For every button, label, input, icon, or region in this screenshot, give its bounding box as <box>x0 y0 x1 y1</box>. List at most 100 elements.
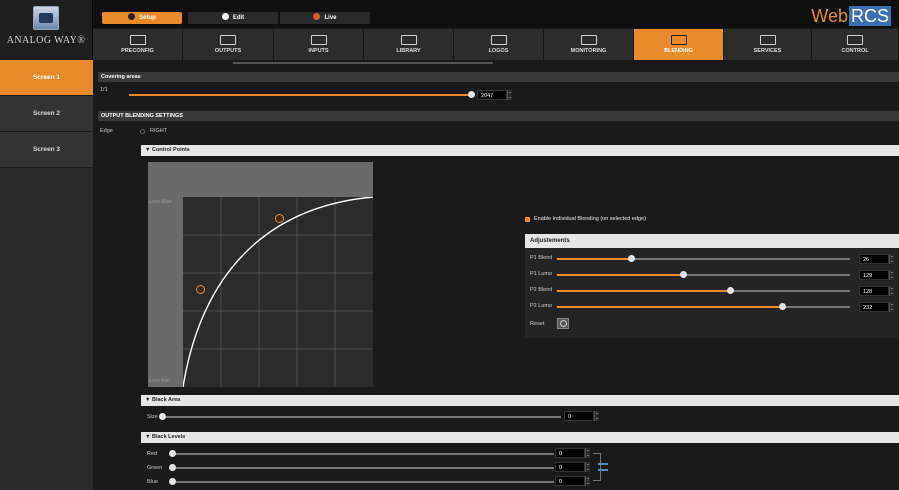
p2-blend-input[interactable]: 128 <box>859 286 889 296</box>
horizontal-scrollbar[interactable] <box>233 62 493 64</box>
p2-lumo-stepper[interactable] <box>889 302 894 312</box>
blending-icon <box>670 35 687 45</box>
logo-text: ANALOG WAY® <box>6 35 86 46</box>
tab-monitoring[interactable]: MONITORING <box>544 29 634 60</box>
control-points-header[interactable]: ▼ Control Points <box>141 145 899 156</box>
tab-logos[interactable]: LOGOS <box>454 29 544 60</box>
control-icon <box>847 35 863 45</box>
mode-bar: Setup Edit Live Web RCS <box>93 0 899 28</box>
black-level-red-stepper[interactable] <box>585 448 590 458</box>
live-dot-icon <box>313 13 321 20</box>
preconfig-icon <box>129 35 146 45</box>
tab-inputs-label: INPUTS <box>308 48 329 54</box>
p2-blend-knob[interactable] <box>727 287 734 294</box>
brand-badge: RCS <box>848 6 891 26</box>
black-level-green-stepper[interactable] <box>585 462 590 472</box>
edge-label: Edge <box>100 128 113 134</box>
blending-curve-plot <box>183 197 373 387</box>
main-tab-bar: PRECONFIG OUTPUTS INPUTS LIBRARY LOGOS M… <box>93 29 899 60</box>
p1-lumo-slider-track[interactable] <box>684 274 850 276</box>
p2-blend-stepper[interactable] <box>889 286 894 296</box>
curve-grid <box>183 197 373 387</box>
library-icon <box>400 35 417 45</box>
black-area-size-stepper[interactable] <box>594 411 599 421</box>
black-area-size-input[interactable]: 0 <box>564 411 594 421</box>
p1-lumo-label: P1 Lumo <box>530 271 553 277</box>
black-level-blue-input[interactable]: 0 <box>555 476 585 486</box>
p2-blend-slider-track[interactable] <box>731 290 850 292</box>
sidebar-item-screen-1[interactable]: Screen 1 <box>0 60 93 96</box>
link-rgb-icon[interactable] <box>598 463 608 471</box>
blending-curve-editor[interactable]: Lum Max Lum Min <box>148 162 373 387</box>
tab-inputs[interactable]: INPUTS <box>274 29 364 60</box>
p2-lumo-label: P2 Lumo <box>530 303 553 309</box>
black-level-red-input[interactable]: 0 <box>555 448 585 458</box>
p1-lumo-knob[interactable] <box>680 271 687 278</box>
covering-value-input[interactable]: 2047 <box>477 90 507 100</box>
control-point-p1[interactable] <box>196 285 205 294</box>
tab-monitoring-label: MONITORING <box>570 48 607 54</box>
tab-services[interactable]: SERVICES <box>724 29 812 60</box>
p2-lumo-knob[interactable] <box>779 303 786 310</box>
p1-blend-stepper[interactable] <box>889 254 894 264</box>
edge-right-label: RIGHT <box>150 128 168 134</box>
p1-blend-slider-fill[interactable] <box>557 258 632 260</box>
mode-edit-button[interactable]: Edit <box>188 12 278 24</box>
covering-stepper[interactable] <box>507 90 512 100</box>
black-level-green-knob[interactable] <box>169 464 176 471</box>
mode-live-label: Live <box>324 15 337 21</box>
mode-setup-button[interactable]: Setup <box>102 12 182 24</box>
edge-right-radio[interactable] <box>140 129 145 134</box>
p2-blend-slider-fill[interactable] <box>557 290 731 292</box>
black-area-size-knob[interactable] <box>159 413 166 420</box>
p1-lumo-slider-fill[interactable] <box>557 274 684 276</box>
monitoring-icon <box>580 35 597 45</box>
mode-live-button[interactable]: Live <box>280 12 370 24</box>
tab-preconfig[interactable]: PRECONFIG <box>93 29 183 60</box>
p1-lumo-input[interactable]: 129 <box>859 270 889 280</box>
black-level-red-label: Red <box>147 451 158 457</box>
black-area-header[interactable]: ▼ Black Area <box>141 395 899 406</box>
lum-min-label: Lum Min <box>149 378 171 384</box>
tab-library[interactable]: LIBRARY <box>364 29 454 60</box>
black-area-size-slider[interactable] <box>166 416 561 418</box>
black-level-red-slider[interactable] <box>176 453 554 455</box>
black-levels-header[interactable]: ▼ Black Levels <box>141 432 899 443</box>
black-level-green-slider[interactable] <box>176 467 554 469</box>
control-point-p2[interactable] <box>275 214 284 223</box>
black-level-red-knob[interactable] <box>169 450 176 457</box>
reset-icon <box>560 320 567 327</box>
p1-lumo-stepper[interactable] <box>889 270 894 280</box>
p1-blend-slider-track[interactable] <box>632 258 850 260</box>
play-icon <box>221 13 229 20</box>
analog-way-logo-icon <box>33 6 59 30</box>
covering-slider-knob[interactable] <box>468 91 475 98</box>
analog-way-logo: ANALOG WAY® <box>0 0 93 60</box>
covering-slider-track[interactable] <box>129 94 472 96</box>
tab-control[interactable]: CONTROL <box>812 29 899 60</box>
black-level-green-label: Green <box>147 465 163 471</box>
black-level-blue-knob[interactable] <box>169 478 176 485</box>
screen-sidebar: Screen 1 Screen 2 Screen 3 <box>0 60 93 490</box>
covering-areas-header: Covering areas <box>98 72 899 82</box>
reset-label: Reset <box>530 321 545 327</box>
p2-lumo-slider-fill[interactable] <box>557 306 783 308</box>
enable-individual-checkbox[interactable] <box>525 217 530 222</box>
p1-blend-knob[interactable] <box>628 255 635 262</box>
p2-lumo-slider-track[interactable] <box>783 306 850 308</box>
p2-lumo-input[interactable]: 232 <box>859 302 889 312</box>
p2-blend-label: P2 Blend <box>530 287 553 293</box>
blend-curve <box>183 197 373 387</box>
adjustments-panel: Adjustements P1 Blend 26 P1 Lumo 129 P2 … <box>525 234 899 338</box>
p1-blend-input[interactable]: 26 <box>859 254 889 264</box>
tab-blending[interactable]: BLENDING <box>634 29 724 60</box>
mode-setup-label: Setup <box>139 15 156 21</box>
sidebar-item-screen-3[interactable]: Screen 3 <box>0 132 93 168</box>
output-blending-header: OUTPUT BLENDING SETTINGS <box>98 111 899 121</box>
black-level-blue-slider[interactable] <box>176 481 554 483</box>
tab-outputs[interactable]: OUTPUTS <box>183 29 274 60</box>
black-level-blue-stepper[interactable] <box>585 476 590 486</box>
black-level-green-input[interactable]: 0 <box>555 462 585 472</box>
sidebar-item-screen-2[interactable]: Screen 2 <box>0 96 93 132</box>
reset-button[interactable] <box>557 318 569 329</box>
